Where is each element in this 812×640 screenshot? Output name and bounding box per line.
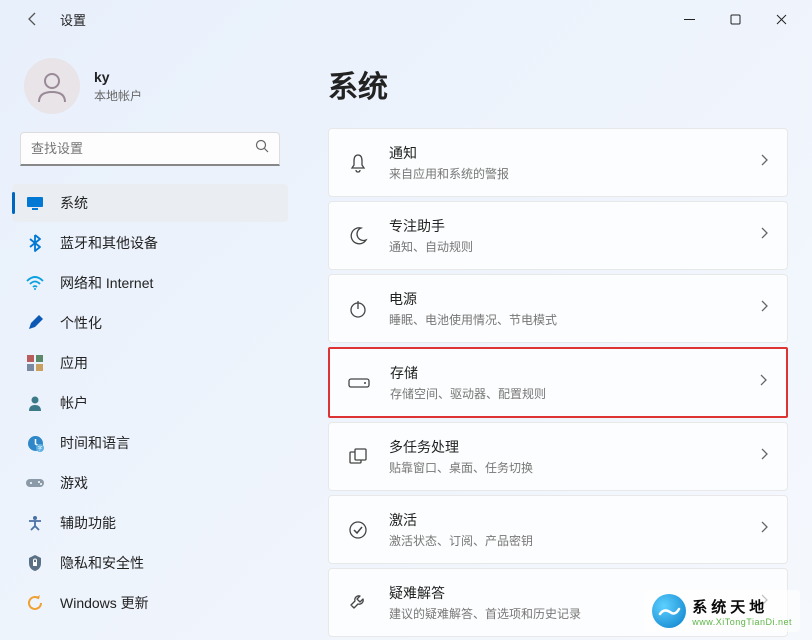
gaming-icon bbox=[26, 474, 44, 492]
storage-icon bbox=[348, 372, 370, 394]
sidebar-item-label: 蓝牙和其他设备 bbox=[60, 233, 158, 253]
system-icon bbox=[26, 194, 44, 212]
close-button[interactable] bbox=[758, 4, 804, 34]
privacy-icon bbox=[26, 554, 44, 572]
apps-icon bbox=[26, 354, 44, 372]
chevron-right-icon bbox=[758, 373, 768, 392]
account-icon bbox=[26, 394, 44, 412]
settings-item-multitask[interactable]: 多任务处理 贴靠窗口、桌面、任务切换 bbox=[328, 422, 788, 491]
settings-item-storage[interactable]: 存储 存储空间、驱动器、配置规则 bbox=[328, 347, 788, 418]
username: ky bbox=[94, 69, 142, 85]
sidebar-item-label: 游戏 bbox=[60, 473, 88, 493]
settings-item-subtitle: 来自应用和系统的警报 bbox=[389, 165, 739, 182]
search-icon bbox=[255, 139, 269, 158]
sidebar-item-label: 个性化 bbox=[60, 313, 102, 333]
settings-item-title: 多任务处理 bbox=[389, 437, 739, 457]
chevron-right-icon bbox=[759, 299, 769, 318]
main-panel: 系统 通知 来自应用和系统的警报 专注助手 通知、自动规则 电源 睡眠、电池使用… bbox=[300, 38, 812, 640]
account-type: 本地帐户 bbox=[94, 87, 142, 104]
sidebar-item-account[interactable]: 帐户 bbox=[12, 384, 288, 422]
sidebar-item-label: 网络和 Internet bbox=[60, 273, 153, 293]
watermark: 系统天地 www.XiTongTianDi.net bbox=[644, 590, 800, 632]
settings-item-subtitle: 激活状态、订阅、产品密钥 bbox=[389, 532, 739, 549]
maximize-button[interactable] bbox=[712, 4, 758, 34]
settings-item-power[interactable]: 电源 睡眠、电池使用情况、节电模式 bbox=[328, 274, 788, 343]
nav-list: 系统 蓝牙和其他设备 网络和 Internet 个性化 应用 帐户 字 时间和语… bbox=[0, 184, 300, 622]
settings-item-bell[interactable]: 通知 来自应用和系统的警报 bbox=[328, 128, 788, 197]
settings-item-title: 通知 bbox=[389, 143, 739, 163]
user-profile[interactable]: ky 本地帐户 bbox=[0, 50, 300, 132]
settings-item-title: 专注助手 bbox=[389, 216, 739, 236]
back-button[interactable] bbox=[24, 10, 42, 28]
sidebar-item-gaming[interactable]: 游戏 bbox=[12, 464, 288, 502]
watermark-logo-icon bbox=[652, 594, 686, 628]
sidebar-item-wifi[interactable]: 网络和 Internet bbox=[12, 264, 288, 302]
sidebar: ky 本地帐户 系统 蓝牙和其他设备 网络和 Internet 个性化 应用 帐… bbox=[0, 38, 300, 640]
sidebar-item-label: 应用 bbox=[60, 353, 88, 373]
accessibility-icon bbox=[26, 514, 44, 532]
time-icon: 字 bbox=[26, 434, 44, 452]
chevron-right-icon bbox=[759, 447, 769, 466]
settings-item-subtitle: 存储空间、驱动器、配置规则 bbox=[390, 385, 738, 402]
settings-item-title: 电源 bbox=[389, 289, 739, 309]
sidebar-item-label: 系统 bbox=[60, 193, 88, 213]
multitask-icon bbox=[347, 446, 369, 468]
chevron-right-icon bbox=[759, 153, 769, 172]
sidebar-item-time[interactable]: 字 时间和语言 bbox=[12, 424, 288, 462]
sidebar-item-label: 隐私和安全性 bbox=[60, 553, 144, 573]
search-box[interactable] bbox=[20, 132, 280, 166]
avatar bbox=[24, 58, 80, 114]
sidebar-item-update[interactable]: Windows 更新 bbox=[12, 584, 288, 622]
check-icon bbox=[347, 519, 369, 541]
sidebar-item-label: Windows 更新 bbox=[60, 593, 149, 613]
search-input[interactable] bbox=[31, 141, 255, 156]
settings-item-subtitle: 通知、自动规则 bbox=[389, 238, 739, 255]
update-icon bbox=[26, 594, 44, 612]
minimize-button[interactable] bbox=[666, 4, 712, 34]
moon-icon bbox=[347, 225, 369, 247]
watermark-en: www.XiTongTianDi.net bbox=[692, 617, 792, 627]
sidebar-item-personalize[interactable]: 个性化 bbox=[12, 304, 288, 342]
settings-item-title: 存储 bbox=[390, 363, 738, 383]
sidebar-item-accessibility[interactable]: 辅助功能 bbox=[12, 504, 288, 542]
sidebar-item-label: 帐户 bbox=[60, 393, 88, 413]
watermark-cn: 系统天地 bbox=[692, 596, 792, 617]
sidebar-item-label: 辅助功能 bbox=[60, 513, 116, 533]
settings-item-subtitle: 贴靠窗口、桌面、任务切换 bbox=[389, 459, 739, 476]
settings-item-check[interactable]: 激活 激活状态、订阅、产品密钥 bbox=[328, 495, 788, 564]
sidebar-item-apps[interactable]: 应用 bbox=[12, 344, 288, 382]
settings-item-moon[interactable]: 专注助手 通知、自动规则 bbox=[328, 201, 788, 270]
bluetooth-icon bbox=[26, 234, 44, 252]
titlebar: 设置 bbox=[0, 0, 812, 38]
sidebar-item-bluetooth[interactable]: 蓝牙和其他设备 bbox=[12, 224, 288, 262]
app-title: 设置 bbox=[60, 10, 86, 29]
settings-list: 通知 来自应用和系统的警报 专注助手 通知、自动规则 电源 睡眠、电池使用情况、… bbox=[328, 128, 788, 637]
page-title: 系统 bbox=[328, 62, 788, 106]
chevron-right-icon bbox=[759, 520, 769, 539]
settings-item-title: 激活 bbox=[389, 510, 739, 530]
personalize-icon bbox=[26, 314, 44, 332]
window-controls bbox=[666, 4, 804, 34]
bell-icon bbox=[347, 152, 369, 174]
sidebar-item-label: 时间和语言 bbox=[60, 433, 130, 453]
svg-text:字: 字 bbox=[37, 445, 42, 452]
troubleshoot-icon bbox=[347, 592, 369, 614]
chevron-right-icon bbox=[759, 226, 769, 245]
sidebar-item-privacy[interactable]: 隐私和安全性 bbox=[12, 544, 288, 582]
wifi-icon bbox=[26, 274, 44, 292]
sidebar-item-system[interactable]: 系统 bbox=[12, 184, 288, 222]
power-icon bbox=[347, 298, 369, 320]
settings-item-subtitle: 睡眠、电池使用情况、节电模式 bbox=[389, 311, 739, 328]
